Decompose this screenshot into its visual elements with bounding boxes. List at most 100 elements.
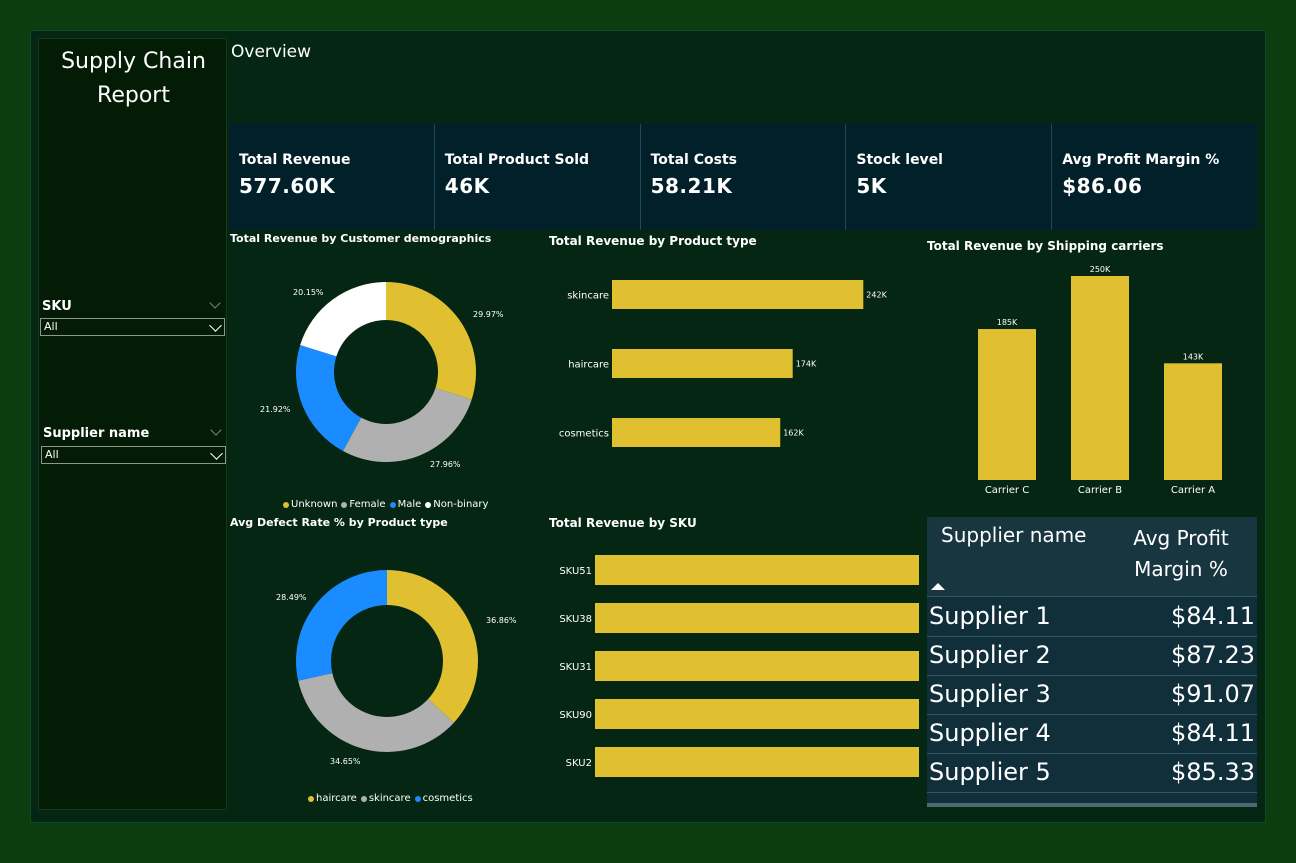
table-cell-margin: $85.33 xyxy=(1171,758,1255,786)
report-title: Supply Chain Report xyxy=(39,45,228,113)
demographics-legend: Unknown Female Male Non-binary xyxy=(283,499,488,510)
table-row[interactable]: Supplier 3 $91.07 xyxy=(927,676,1257,715)
table-header: Supplier name Avg Profit Margin % xyxy=(927,517,1257,597)
table-cell-supplier: Supplier 4 xyxy=(929,719,1051,747)
sku-slicer-label: SKU xyxy=(42,299,72,314)
kpi-card[interactable]: Stock level 5K xyxy=(846,124,1053,230)
kpi-card[interactable]: Total Costs 58.21K xyxy=(641,124,847,230)
bar xyxy=(595,651,919,681)
data-label: 143K xyxy=(1183,352,1204,361)
carrier-chart-title: Total Revenue by Shipping carriers xyxy=(927,239,1164,253)
table-cell-margin: $87.23 xyxy=(1171,641,1255,669)
legend-label: Unknown xyxy=(291,499,338,510)
supplier-margin-table: Supplier name Avg Profit Margin % Suppli… xyxy=(927,517,1257,807)
column-header-margin[interactable]: Avg Profit Margin % xyxy=(1127,523,1235,585)
kpi-label: Avg Profit Margin % xyxy=(1062,152,1220,168)
kpi-card[interactable]: Total Product Sold 46K xyxy=(435,124,641,230)
product-type-chart-title: Total Revenue by Product type xyxy=(549,234,757,248)
legend-item[interactable]: haircare xyxy=(308,793,357,804)
supplier-slicer-dropdown[interactable]: All xyxy=(41,446,226,464)
data-label: 27.96% xyxy=(430,460,461,469)
bar xyxy=(595,699,919,729)
legend-dot xyxy=(341,501,348,508)
category-label: SKU90 xyxy=(559,710,592,721)
table-cell-margin: $91.07 xyxy=(1171,680,1255,708)
kpi-value: 58.21K xyxy=(650,174,733,198)
demographics-chart-title: Total Revenue by Customer demographics xyxy=(230,232,492,245)
horizontal-scrollbar[interactable] xyxy=(927,803,1257,807)
donut-slice xyxy=(298,673,454,752)
kpi-card[interactable]: Total Revenue 577.60K xyxy=(229,124,435,230)
dropdown-arrow-icon xyxy=(210,447,223,460)
legend-item[interactable]: Unknown xyxy=(283,499,337,510)
data-label: 174K xyxy=(796,360,817,369)
donut-slice xyxy=(296,344,362,452)
sku-bar-chart[interactable]: SKU519.9KSKU389.7KSKU319.7KSKU909.6KSKU2… xyxy=(549,545,919,807)
data-label: 29.97% xyxy=(473,310,504,319)
table-row[interactable]: Supplier 1 $84.11 xyxy=(927,598,1257,637)
legend-dot xyxy=(283,501,289,508)
sku-chart-title: Total Revenue by SKU xyxy=(549,516,697,530)
legend-item[interactable]: cosmetics xyxy=(414,793,473,804)
legend-label: Non-binary xyxy=(433,499,489,510)
legend-item[interactable]: skincare xyxy=(360,793,411,804)
data-label: 21.92% xyxy=(260,405,291,414)
table-cell-margin: $84.11 xyxy=(1171,719,1255,747)
sort-ascending-icon[interactable] xyxy=(931,583,945,590)
kpi-card[interactable]: Avg Profit Margin % $86.06 xyxy=(1052,124,1257,230)
legend-dot xyxy=(425,501,432,508)
legend-label: cosmetics xyxy=(422,793,473,804)
bar xyxy=(612,280,864,309)
defect-chart-title: Avg Defect Rate % by Product type xyxy=(230,516,448,529)
donut-slice xyxy=(342,387,472,462)
table-cell-margin: $84.11 xyxy=(1171,602,1255,630)
data-label: 36.86% xyxy=(486,616,517,625)
category-label: SKU2 xyxy=(566,758,592,769)
legend-label: Female xyxy=(349,499,386,510)
table-row[interactable]: Supplier 4 $84.11 xyxy=(927,715,1257,754)
product-type-bar-chart[interactable]: skincare 242K haircare 174K cosmetics 162K xyxy=(549,262,889,504)
kpi-value: 5K xyxy=(856,174,887,198)
kpi-label: Total Costs xyxy=(650,152,737,168)
kpi-value: $86.06 xyxy=(1062,174,1143,198)
defect-donut-chart[interactable]: 36.86% 34.65% 28.49% xyxy=(240,550,540,770)
data-label: 185K xyxy=(997,318,1018,327)
category-label: skincare xyxy=(567,291,609,302)
carrier-bar-chart[interactable]: 185K Carrier C 250K Carrier B 143K Carrier A xyxy=(925,260,1255,500)
kpi-label: Stock level xyxy=(856,152,943,168)
category-label: Carrier C xyxy=(985,485,1029,496)
table-row[interactable]: Supplier 2 $87.23 xyxy=(927,637,1257,676)
legend-dot xyxy=(414,795,421,802)
bar xyxy=(595,555,919,585)
data-label: 20.15% xyxy=(293,288,324,297)
kpi-strip: Total Revenue 577.60K Total Product Sold 4… xyxy=(229,124,1257,230)
table-row[interactable]: Supplier 5 $85.33 xyxy=(927,754,1257,793)
report-title-line1: Supply Chain xyxy=(61,49,206,74)
data-label: 34.65% xyxy=(330,757,361,766)
legend-item[interactable]: Female xyxy=(341,499,386,510)
demographics-donut-chart[interactable]: 29.97% 27.96% 21.92% 20.15% xyxy=(240,262,530,492)
legend-item[interactable]: Male xyxy=(389,499,421,510)
table-cell-supplier: Supplier 2 xyxy=(929,641,1051,669)
category-label: Carrier B xyxy=(1078,485,1122,496)
category-label: haircare xyxy=(568,360,609,371)
legend-dot xyxy=(360,795,367,802)
bar xyxy=(595,603,919,633)
donut-slice xyxy=(386,282,476,400)
supplier-slicer-label: Supplier name xyxy=(43,426,150,441)
sku-slicer-dropdown[interactable]: All xyxy=(40,318,225,336)
bar xyxy=(978,329,1036,480)
category-label: SKU31 xyxy=(559,662,592,673)
page-title: Overview xyxy=(231,42,312,62)
data-label: 28.49% xyxy=(276,593,307,602)
legend-item[interactable]: Non-binary xyxy=(425,499,488,510)
category-label: SKU51 xyxy=(559,566,592,577)
report-title-line2: Report xyxy=(97,83,170,108)
data-label: 250K xyxy=(1090,265,1111,274)
column-header-supplier[interactable]: Supplier name xyxy=(941,523,1086,547)
kpi-value: 46K xyxy=(444,174,490,198)
bar xyxy=(1164,363,1222,480)
table-cell-supplier: Supplier 5 xyxy=(929,758,1051,786)
kpi-value: 577.60K xyxy=(239,174,336,198)
bar xyxy=(1071,276,1129,480)
